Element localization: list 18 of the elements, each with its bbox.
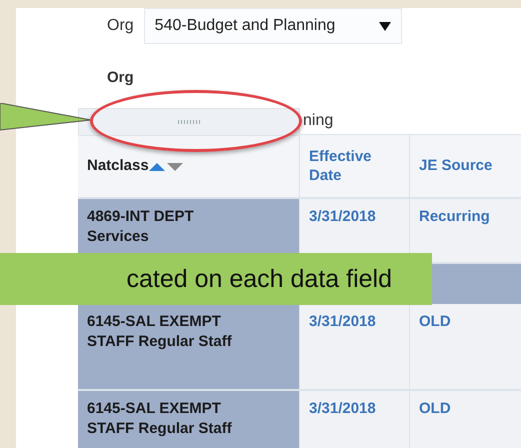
org-group-value: ning: [303, 112, 334, 130]
sort-icon[interactable]: [148, 161, 183, 171]
caret-icon: [378, 22, 391, 30]
org-dropdown[interactable]: 540-Budget and Planning: [144, 8, 402, 44]
table-cell: 3/31/2018: [300, 304, 410, 391]
table-cell: OLD: [410, 391, 521, 448]
table-cell: 6145-SAL EXEMPT STAFF Regular Staff: [78, 391, 300, 448]
column-header[interactable]: JE Source: [410, 135, 521, 199]
table-cell: OLD: [410, 304, 521, 391]
table-cell: 3/31/2018: [300, 391, 410, 448]
org-label: Org: [107, 17, 134, 35]
column-header[interactable]: Natclass: [78, 135, 300, 199]
callout-text: cated on each data field: [0, 253, 432, 305]
resize-handle[interactable]: [78, 108, 300, 136]
org-group-label: Org: [106, 69, 135, 86]
table-cell: Recurring: [410, 199, 521, 264]
column-header[interactable]: Effective Date: [300, 135, 410, 199]
table-cell: 6145-SAL EXEMPT STAFF Regular Staff: [78, 304, 300, 391]
